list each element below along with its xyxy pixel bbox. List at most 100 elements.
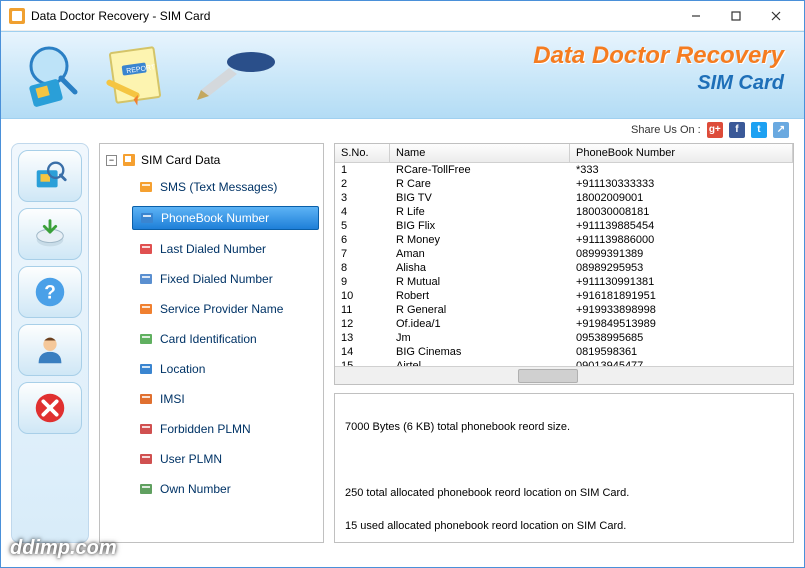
tree-item-label: Fixed Dialed Number — [160, 272, 273, 286]
cell-name: Jm — [390, 331, 570, 345]
cell-name: R General — [390, 303, 570, 317]
table-row[interactable]: 6R Money+911139886000 — [335, 233, 793, 247]
cell-name: Aman — [390, 247, 570, 261]
tree-item-location[interactable]: Location — [132, 358, 319, 380]
table-row[interactable]: 14BIG Cinemas0819598361 — [335, 345, 793, 359]
phonebook-grid: S.No. Name PhoneBook Number 1RCare-TollF… — [334, 143, 794, 385]
facebook-icon[interactable]: f — [729, 122, 745, 138]
minimize-button[interactable] — [676, 2, 716, 30]
cell-number: 09013945477 — [570, 359, 793, 366]
tree-item-last-dialed-number[interactable]: Last Dialed Number — [132, 238, 319, 260]
table-row[interactable]: 7Aman08999391389 — [335, 247, 793, 261]
cell-name: Robert — [390, 289, 570, 303]
user-button[interactable] — [18, 324, 82, 376]
toolbar-sidebar: ? — [11, 143, 89, 543]
cell-sno: 7 — [335, 247, 390, 261]
share-bar: Share Us On : g+ f t ↗ — [1, 119, 804, 143]
share-more-icon[interactable]: ↗ — [773, 122, 789, 138]
search-sim-button[interactable] — [18, 150, 82, 202]
tree-item-service-provider-name[interactable]: Service Provider Name — [132, 298, 319, 320]
tree-item-label: Forbidden PLMN — [160, 422, 251, 436]
twitter-icon[interactable]: t — [751, 122, 767, 138]
exit-button[interactable] — [18, 382, 82, 434]
cell-sno: 11 — [335, 303, 390, 317]
cell-name: BIG Cinemas — [390, 345, 570, 359]
col-header-name[interactable]: Name — [390, 144, 570, 162]
table-row[interactable]: 5BIG Flix+911139885454 — [335, 219, 793, 233]
tree-item-icon — [138, 361, 154, 377]
grid-header: S.No. Name PhoneBook Number — [335, 144, 793, 163]
scrollbar-thumb[interactable] — [518, 369, 578, 383]
tree-item-label: PhoneBook Number — [161, 211, 269, 225]
cell-sno: 9 — [335, 275, 390, 289]
cell-sno: 12 — [335, 317, 390, 331]
tree-item-label: Last Dialed Number — [160, 242, 266, 256]
cell-number: +911130333333 — [570, 177, 793, 191]
table-row[interactable]: 12Of.idea/1+919849513989 — [335, 317, 793, 331]
window-title: Data Doctor Recovery - SIM Card — [31, 9, 676, 23]
tree-item-sms-text-messages-[interactable]: SMS (Text Messages) — [132, 176, 319, 198]
table-row[interactable]: 8Alisha08989295953 — [335, 261, 793, 275]
table-row[interactable]: 4R Life180030008181 — [335, 205, 793, 219]
cell-sno: 15 — [335, 359, 390, 366]
tree-item-card-identification[interactable]: Card Identification — [132, 328, 319, 350]
tree-item-own-number[interactable]: Own Number — [132, 478, 319, 500]
tree-item-label: Location — [160, 362, 205, 376]
tree-item-icon — [139, 210, 155, 226]
cell-name: R Care — [390, 177, 570, 191]
tree-item-forbidden-plmn[interactable]: Forbidden PLMN — [132, 418, 319, 440]
tree-item-label: IMSI — [160, 392, 185, 406]
horizontal-scrollbar[interactable] — [335, 366, 793, 384]
tree-item-fixed-dialed-number[interactable]: Fixed Dialed Number — [132, 268, 319, 290]
sim-root-icon — [121, 152, 137, 168]
maximize-button[interactable] — [716, 2, 756, 30]
cell-number: +911139885454 — [570, 219, 793, 233]
table-row[interactable]: 2R Care+911130333333 — [335, 177, 793, 191]
cell-sno: 6 — [335, 233, 390, 247]
tree-item-icon — [138, 391, 154, 407]
tree-item-label: SMS (Text Messages) — [160, 180, 277, 194]
help-button[interactable]: ? — [18, 266, 82, 318]
tree-root[interactable]: − SIM Card Data — [104, 150, 319, 170]
cell-name: Alisha — [390, 261, 570, 275]
cell-name: Of.idea/1 — [390, 317, 570, 331]
detail-panel: 7000 Bytes (6 KB) total phonebook reord … — [334, 393, 794, 543]
tree-item-icon — [138, 179, 154, 195]
pen-icon — [181, 40, 281, 110]
tree-item-icon — [138, 451, 154, 467]
cell-number: 180030008181 — [570, 205, 793, 219]
table-row[interactable]: 9R Mutual+911130991381 — [335, 275, 793, 289]
tree-item-phonebook-number[interactable]: PhoneBook Number — [132, 206, 319, 230]
cell-number: +911139886000 — [570, 233, 793, 247]
grid-body[interactable]: 1RCare-TollFree*3332R Care+9111303333333… — [335, 163, 793, 366]
tree-item-icon — [138, 301, 154, 317]
cell-sno: 10 — [335, 289, 390, 303]
tree-item-icon — [138, 481, 154, 497]
table-row[interactable]: 3BIG TV18002009001 — [335, 191, 793, 205]
googleplus-icon[interactable]: g+ — [707, 122, 723, 138]
tree-item-icon — [138, 331, 154, 347]
cell-sno: 3 — [335, 191, 390, 205]
table-row[interactable]: 15Airtel09013945477 — [335, 359, 793, 366]
col-header-sno[interactable]: S.No. — [335, 144, 390, 162]
table-row[interactable]: 11R General+919933898998 — [335, 303, 793, 317]
table-row[interactable]: 1RCare-TollFree*333 — [335, 163, 793, 177]
cell-sno: 5 — [335, 219, 390, 233]
cell-sno: 2 — [335, 177, 390, 191]
tree-item-user-plmn[interactable]: User PLMN — [132, 448, 319, 470]
tree-item-icon — [138, 241, 154, 257]
save-button[interactable] — [18, 208, 82, 260]
tree-item-label: Own Number — [160, 482, 231, 496]
app-icon — [9, 8, 25, 24]
col-header-number[interactable]: PhoneBook Number — [570, 144, 793, 162]
tree-item-label: Card Identification — [160, 332, 257, 346]
tree-item-icon — [138, 421, 154, 437]
watermark: ddimp.com — [10, 537, 117, 560]
tree-collapse-icon[interactable]: − — [106, 155, 117, 166]
table-row[interactable]: 13Jm09538995685 — [335, 331, 793, 345]
table-row[interactable]: 10Robert+916181891951 — [335, 289, 793, 303]
close-button[interactable] — [756, 2, 796, 30]
cell-name: BIG TV — [390, 191, 570, 205]
tree-item-imsi[interactable]: IMSI — [132, 388, 319, 410]
cell-number: 0819598361 — [570, 345, 793, 359]
